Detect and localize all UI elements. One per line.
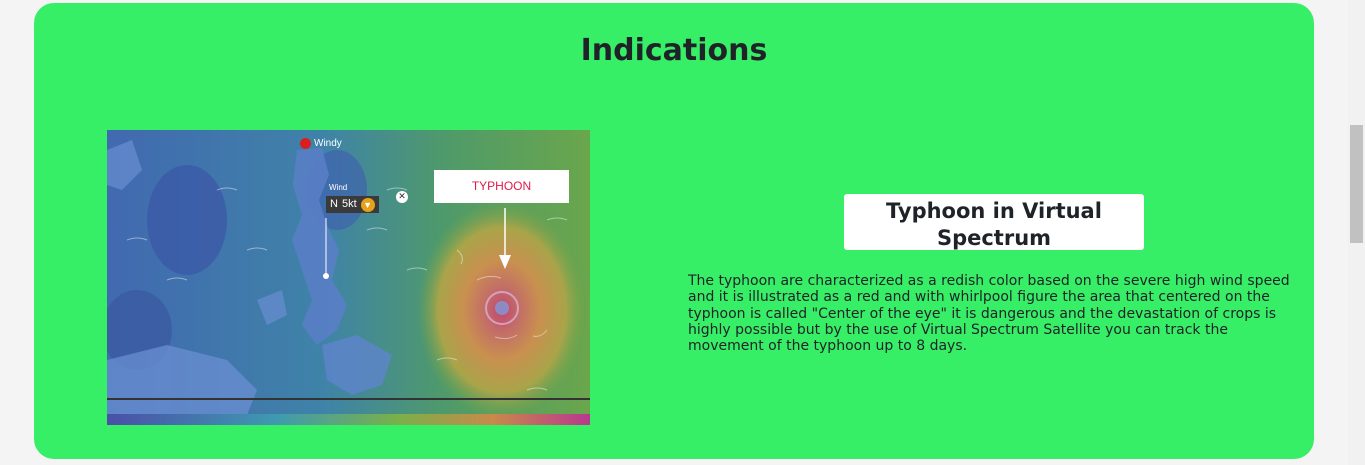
wind-speed-badge: N 5kt ▼ [326, 196, 379, 213]
wind-direction: N [330, 198, 338, 210]
scrollbar-thumb[interactable] [1350, 125, 1363, 243]
windy-logo-icon [300, 138, 311, 149]
chevron-down-icon: ▼ [360, 197, 375, 212]
section-title: Indications [580, 33, 768, 68]
close-icon: ✕ [396, 191, 408, 203]
windy-brand-text: Windy [314, 138, 342, 149]
indications-card: Indications Windy Wind N 5kt ▼ ✕ TYPHOON… [34, 3, 1314, 459]
typhoon-callout: TYPHOON [434, 170, 569, 203]
wind-value: 5kt [341, 198, 357, 210]
windy-logo: Windy [300, 138, 342, 149]
feature-heading-box: Typhoon in Virtual Spectrum [844, 194, 1144, 250]
page-scrollbar[interactable] [1348, 0, 1365, 465]
feature-description: The typhoon are characterized as a redis… [688, 273, 1290, 355]
wind-label: Wind [329, 183, 348, 192]
typhoon-map-image: Windy Wind N 5kt ▼ ✕ TYPHOON [107, 130, 590, 425]
feature-heading: Typhoon in Virtual Spectrum [886, 199, 1102, 250]
